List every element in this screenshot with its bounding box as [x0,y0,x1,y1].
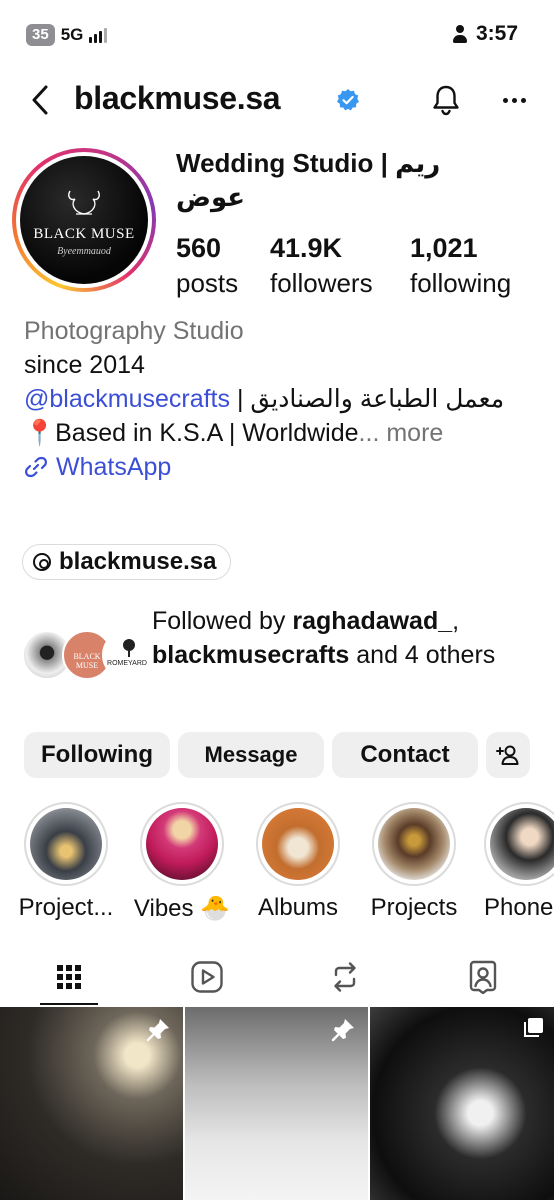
bio-mention-line: @blackmusecrafts | معمل الطباعة والصنادي… [24,382,534,416]
chevron-left-icon [32,85,48,115]
status-bar: 35 5G 3:57 [0,0,554,70]
dot-icon [511,97,517,103]
notifications-button[interactable] [428,82,464,118]
threads-icon [33,553,51,571]
mutual-avatar: ROMEYARD [102,630,152,680]
contact-button[interactable]: Contact [332,732,478,778]
posts-count: 560 [176,233,222,263]
bio-external-link[interactable]: WhatsApp [24,450,534,484]
stat-followers[interactable]: 41.9K followers [270,230,373,300]
mutual-followers-avatars[interactable]: BLACK MUSE ROMEYARD [22,630,152,682]
followed-by-user: blackmusecrafts [152,641,350,669]
person-icon [452,25,468,43]
bio-more-link[interactable]: more [379,419,443,447]
tab-reels[interactable] [138,948,276,1006]
story-highlight[interactable]: Projects [356,802,472,922]
stat-following[interactable]: 1,021 following [410,230,511,300]
tab-posts-grid[interactable] [0,948,138,1006]
profile-bio: Photography Studio since 2014 @blackmuse… [24,314,534,484]
bio-location: 📍Based in K.S.A | Worldwide [24,419,359,447]
back-button[interactable] [22,80,58,120]
tab-tagged[interactable] [414,948,552,1006]
highlight-cover [378,808,450,880]
mutual-avatar-text: BLACK MUSE [73,652,101,670]
followed-by-text[interactable]: Followed by raghadawad_, blackmusecrafts… [152,604,532,672]
story-highlight[interactable]: Albums [240,802,356,922]
highlight-label: Project... [18,894,114,921]
verified-badge-icon [337,89,359,111]
pin-icon [146,1019,169,1042]
bio-category: Photography Studio [24,317,244,345]
grid-post[interactable] [0,1007,183,1200]
followers-count: 41.9K [270,233,343,263]
highlight-label: Vibes 🐣 [133,895,231,922]
signal-icon [89,27,108,43]
bio-mention-link[interactable]: @blackmusecrafts [24,385,230,413]
grid-post[interactable] [370,1007,554,1200]
message-button[interactable]: Message [178,732,324,778]
followed-by-separator: , [452,607,460,635]
black-muse-logo-icon [68,190,100,215]
tree-logo-icon [123,639,135,657]
threads-handle: blackmuse.sa [59,548,217,575]
posts-label: posts [176,268,239,298]
add-user-icon [496,745,519,765]
dot-icon [502,97,508,103]
tab-reposts[interactable] [276,948,414,1006]
following-button[interactable]: Following [24,732,170,778]
highlight-cover [146,808,218,880]
bio-ellipsis: ... [358,419,380,447]
dot-icon [520,97,526,103]
repost-icon [334,962,356,992]
bio-line: since 2014 [24,351,145,379]
following-count: 1,021 [410,233,478,263]
story-highlight[interactable]: Phone [472,802,554,922]
followers-label: followers [270,268,373,298]
avatar-logo-text: BLACK MUSE [33,226,135,242]
bio-location-line: 📍Based in K.S.A | Worldwide... more [24,416,534,450]
status-left: 35 5G [26,24,108,46]
grid-icon [57,965,81,989]
bio-link-label: WhatsApp [56,453,172,481]
battery-level: 35 [26,24,55,46]
avatar-logo-subtext: Byeemmauod [57,246,111,257]
profile-avatar-story-ring[interactable]: BLACK MUSE Byeemmauod [12,148,156,292]
posts-grid [0,1007,554,1200]
highlight-cover [30,808,102,880]
highlight-cover [262,808,334,880]
mutual-avatar-text: ROMEYARD [107,660,147,667]
clock: 3:57 [475,22,518,45]
tagged-person-icon [469,960,497,994]
more-options-button[interactable] [496,82,532,118]
link-icon [25,456,47,478]
profile-tabs [0,948,554,1006]
followed-by-user: raghadawad_ [292,607,453,635]
profile-header: blackmuse.sa [0,72,554,128]
highlight-label: Phone [484,894,554,921]
following-label: following [410,268,512,298]
followed-by-prefix: Followed by [152,607,293,635]
active-tab-indicator [40,1003,98,1005]
bio-mention-suffix: | معمل الطباعة والصناديق [230,385,505,413]
username-title[interactable]: blackmuse.sa [74,80,281,117]
carousel-icon [524,1018,543,1037]
network-label: 5G [60,25,84,44]
threads-profile-chip[interactable]: blackmuse.sa [22,544,232,580]
profile-display-name: Wedding Studio | ريم عوض [176,148,441,212]
followed-by-suffix: and 4 others [349,641,496,669]
profile-avatar: BLACK MUSE Byeemmauod [20,156,148,284]
story-highlight[interactable]: Project... [8,802,124,922]
highlight-cover [490,808,554,880]
stat-posts[interactable]: 560 posts [176,230,238,300]
status-right: 3:57 [452,22,518,46]
reels-icon [191,961,223,993]
highlight-label: Projects [370,894,458,921]
suggested-users-button[interactable] [486,732,530,778]
grid-post[interactable] [185,1007,368,1200]
highlight-label: Albums [257,894,339,921]
pin-icon [331,1019,354,1042]
story-highlight[interactable]: Vibes 🐣 [124,802,240,923]
bell-icon [433,85,459,116]
